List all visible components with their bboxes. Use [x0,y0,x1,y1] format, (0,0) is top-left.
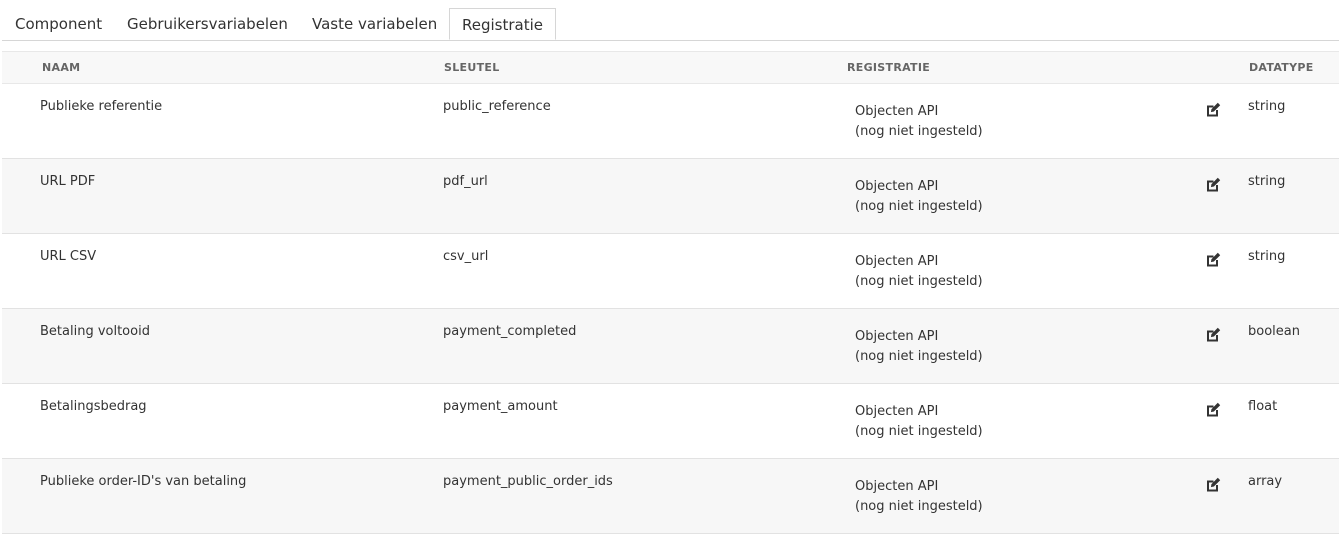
variable-datatype: string [1248,174,1286,189]
registration-status: (nog niet ingesteld) [855,274,983,289]
tab-bar: Component Gebruikersvariabelen Vaste var… [2,8,1339,41]
table-row: Betaling voltooid payment_completed Obje… [2,309,1339,384]
registration-backend: Objecten API [855,329,939,344]
registration-cell: Objecten API (nog niet ingesteld) [855,102,983,142]
variable-name: Betalingsbedrag [40,399,147,414]
tab-registratie[interactable]: Registratie [449,8,556,40]
registration-backend: Objecten API [855,479,939,494]
tab-component[interactable]: Component [15,8,102,40]
registration-status: (nog niet ingesteld) [855,124,983,139]
variable-name: URL CSV [40,249,97,264]
variable-name: URL PDF [40,174,96,189]
edit-icon[interactable] [1204,251,1222,269]
registration-status: (nog niet ingesteld) [855,199,983,214]
edit-icon[interactable] [1204,401,1222,419]
variable-datatype: boolean [1248,324,1300,339]
table-header: NAAM SLEUTEL REGISTRATIE DATATYPE [2,51,1339,84]
edit-icon[interactable] [1204,176,1222,194]
tab-vaste-variabelen[interactable]: Vaste variabelen [312,8,437,40]
registration-backend: Objecten API [855,254,939,269]
variable-key: payment_public_order_ids [443,474,613,489]
edit-icon[interactable] [1204,476,1222,494]
registration-cell: Objecten API (nog niet ingesteld) [855,177,983,217]
variable-key: payment_completed [443,324,577,339]
variable-datatype: string [1248,249,1286,264]
registration-cell: Objecten API (nog niet ingesteld) [855,402,983,442]
variable-key: csv_url [443,249,489,264]
variable-datatype: float [1248,399,1278,414]
registration-status: (nog niet ingesteld) [855,499,983,514]
column-header-datatype: DATATYPE [1249,61,1314,74]
registration-backend: Objecten API [855,104,939,119]
variable-name: Publieke order-ID's van betaling [40,474,247,489]
variable-key: public_reference [443,99,551,114]
variables-table: NAAM SLEUTEL REGISTRATIE DATATYPE Publie… [2,51,1339,534]
column-header-naam: NAAM [42,61,81,74]
column-header-registratie: REGISTRATIE [847,61,931,74]
table-row: URL CSV csv_url Objecten API (nog niet i… [2,234,1339,309]
registration-backend: Objecten API [855,179,939,194]
tab-gebruikersvariabelen[interactable]: Gebruikersvariabelen [127,8,288,40]
registration-backend: Objecten API [855,404,939,419]
registration-status: (nog niet ingesteld) [855,424,983,439]
variable-name: Publieke referentie [40,99,163,114]
table-row: Betalingsbedrag payment_amount Objecten … [2,384,1339,459]
table-row: URL PDF pdf_url Objecten API (nog niet i… [2,159,1339,234]
edit-icon[interactable] [1204,326,1222,344]
variable-key: pdf_url [443,174,488,189]
registration-cell: Objecten API (nog niet ingesteld) [855,252,983,292]
edit-icon[interactable] [1204,101,1222,119]
table-row: Publieke order-ID's van betaling payment… [2,459,1339,534]
table-row: Publieke referentie public_reference Obj… [2,84,1339,159]
registration-status: (nog niet ingesteld) [855,349,983,364]
variable-datatype: string [1248,99,1286,114]
column-header-sleutel: SLEUTEL [444,61,500,74]
registration-cell: Objecten API (nog niet ingesteld) [855,477,983,517]
registration-cell: Objecten API (nog niet ingesteld) [855,327,983,367]
variable-datatype: array [1248,474,1283,489]
variable-key: payment_amount [443,399,558,414]
variable-name: Betaling voltooid [40,324,150,339]
